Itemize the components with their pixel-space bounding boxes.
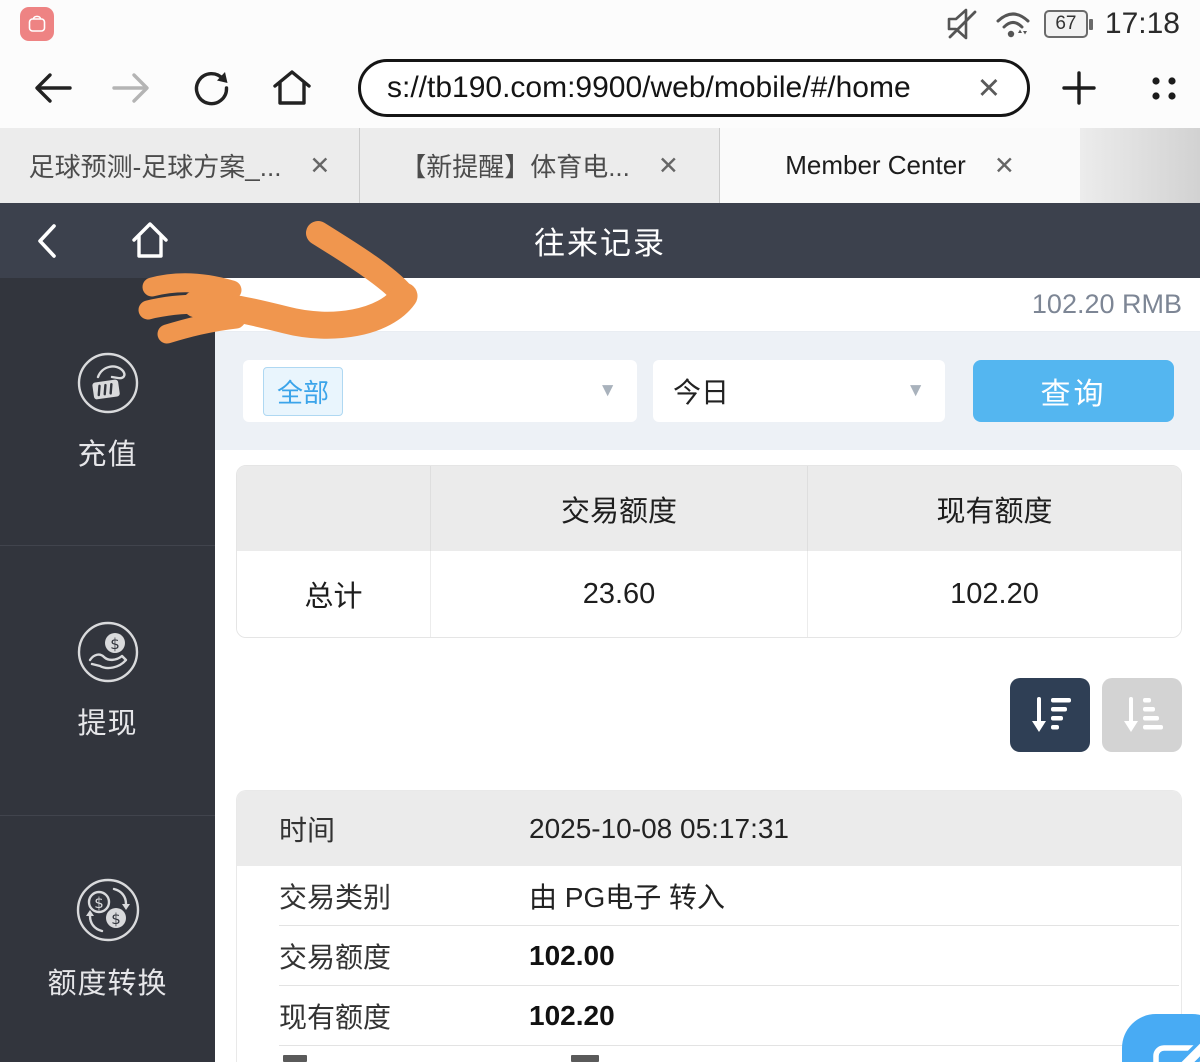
svg-text:$: $ <box>94 894 104 912</box>
partial-next-row <box>237 1046 1181 1062</box>
summary-header-row: 交易额度 现有额度 <box>237 466 1181 551</box>
svg-text:$: $ <box>111 910 121 928</box>
transaction-record-card: 时间 2025-10-08 05:17:31 交易类别 由 PG电子 转入 交易… <box>236 790 1182 1062</box>
summary-header-empty <box>237 466 430 551</box>
home-icon <box>270 67 314 109</box>
huawei-appgallery-icon[interactable] <box>20 7 54 41</box>
query-button[interactable]: 查询 <box>973 360 1174 422</box>
filter-bar: 全部 ▼ 今日 ▼ 查询 <box>215 332 1200 450</box>
tab-strip-filler <box>1080 128 1200 203</box>
sidebar-item-label: 提现 <box>77 700 137 742</box>
tab-close-icon[interactable]: ✕ <box>309 151 330 181</box>
clock: 17:18 <box>1105 7 1180 41</box>
page-header: 往来记录 <box>0 203 1200 278</box>
sidebar-item-withdraw[interactable]: $ 提现 <box>0 545 215 815</box>
status-bar: 67 17:18 <box>0 0 1200 48</box>
record-category-value: 由 PG电子 转入 <box>529 876 725 916</box>
date-select[interactable]: 今日 ▼ <box>653 360 945 422</box>
balance-amount: 102.20 RMB <box>1032 289 1182 320</box>
new-tab-button[interactable] <box>1060 69 1098 107</box>
tab-sports-notice[interactable]: 【新提醒】体育电... ✕ <box>360 128 720 203</box>
tab-member-center[interactable]: Member Center ✕ <box>720 128 1080 203</box>
chevron-down-icon: ▼ <box>598 380 617 402</box>
page-home-button[interactable] <box>126 216 174 264</box>
sort-ascending-icon <box>1118 691 1166 739</box>
forward-button[interactable] <box>92 69 172 107</box>
summary-total-row: 总计 23.60 102.20 <box>237 551 1181 637</box>
sort-descending-icon <box>1026 691 1074 739</box>
category-select[interactable]: 全部 ▼ <box>243 360 637 422</box>
tab-close-icon[interactable]: ✕ <box>658 151 679 181</box>
sidebar-item-recharge[interactable]: 充值 <box>0 278 215 545</box>
refresh-icon <box>191 67 233 109</box>
url-bar[interactable]: s://tb190.com:9900/web/mobile/#/home ✕ <box>358 59 1030 117</box>
summary-header-transaction: 交易额度 <box>430 466 807 551</box>
main-content: 102.20 RMB 全部 ▼ 今日 ▼ 查询 交易额度 现有额度 <box>215 278 1200 1062</box>
edit-note-icon <box>1122 1014 1200 1062</box>
category-selected-chip[interactable]: 全部 <box>263 367 343 416</box>
tab-label: 足球预测-足球方案_... <box>29 147 282 184</box>
withdraw-hand-coin-icon: $ <box>76 620 140 684</box>
refresh-button[interactable] <box>172 67 252 109</box>
sidebar: 充值 $ 提现 $ $ <box>0 278 215 1062</box>
tabs-menu-button[interactable] <box>1144 68 1184 108</box>
recharge-hand-card-icon <box>76 351 140 415</box>
battery-level: 67 <box>1055 13 1076 35</box>
record-label: 交易额度 <box>237 936 529 976</box>
balance-bar: 102.20 RMB <box>215 278 1200 332</box>
record-category-row: 交易类别 由 PG电子 转入 <box>237 866 1181 925</box>
clipped-text-fragment <box>283 1055 307 1062</box>
record-balance-row: 现有额度 102.20 <box>237 986 1181 1045</box>
wifi-icon <box>993 6 1033 42</box>
total-transaction-value: 23.60 <box>430 551 807 637</box>
record-amount-value: 102.00 <box>529 940 615 972</box>
tab-close-icon[interactable]: ✕ <box>994 151 1015 181</box>
browser-home-button[interactable] <box>252 67 332 109</box>
record-time-value: 2025-10-08 05:17:31 <box>529 813 789 845</box>
arrow-right-icon <box>110 69 154 107</box>
total-label: 总计 <box>237 551 430 637</box>
summary-header-balance: 现有额度 <box>807 466 1181 551</box>
mute-icon <box>944 5 982 43</box>
date-selected-value: 今日 <box>673 371 729 411</box>
svg-text:$: $ <box>110 635 120 653</box>
sidebar-item-label: 充值 <box>77 431 137 473</box>
tab-label: Member Center <box>785 150 966 181</box>
record-label: 现有额度 <box>237 996 529 1036</box>
battery-indicator: 67 <box>1044 10 1088 38</box>
total-balance-value: 102.20 <box>807 551 1181 637</box>
sidebar-item-label: 额度转换 <box>47 960 167 1002</box>
arrow-left-icon <box>30 69 74 107</box>
browser-toolbar: s://tb190.com:9900/web/mobile/#/home ✕ <box>0 48 1200 128</box>
tab-label: 【新提醒】体育电... <box>400 147 630 184</box>
url-clear-icon[interactable]: ✕ <box>977 71 1001 106</box>
page: 67 17:18 <box>0 0 1200 1062</box>
record-label: 交易类别 <box>237 876 529 916</box>
sort-ascending-button[interactable] <box>1102 678 1182 752</box>
record-time-row: 时间 2025-10-08 05:17:31 <box>237 791 1181 866</box>
tab-strip: 足球预测-足球方案_... ✕ 【新提醒】体育电... ✕ Member Cen… <box>0 128 1200 203</box>
record-label: 时间 <box>237 809 529 849</box>
sidebar-item-quota-convert[interactable]: $ $ 额度转换 <box>0 815 215 1062</box>
sort-descending-button[interactable] <box>1010 678 1090 752</box>
page-title: 往来记录 <box>0 218 1200 263</box>
appgallery-bag-icon <box>27 14 47 34</box>
back-button[interactable] <box>12 69 92 107</box>
summary-table: 交易额度 现有额度 总计 23.60 102.20 <box>236 465 1182 638</box>
currency-exchange-icon: $ $ <box>74 876 142 944</box>
service-edit-fab[interactable] <box>1122 1014 1200 1062</box>
record-amount-row: 交易额度 102.00 <box>237 926 1181 985</box>
page-back-button[interactable] <box>32 221 62 261</box>
url-text[interactable]: s://tb190.com:9900/web/mobile/#/home <box>387 71 969 105</box>
record-balance-value: 102.20 <box>529 1000 615 1032</box>
tab-football-prediction[interactable]: 足球预测-足球方案_... ✕ <box>0 128 360 203</box>
chevron-down-icon: ▼ <box>906 380 925 402</box>
clipped-text-fragment <box>571 1055 599 1062</box>
